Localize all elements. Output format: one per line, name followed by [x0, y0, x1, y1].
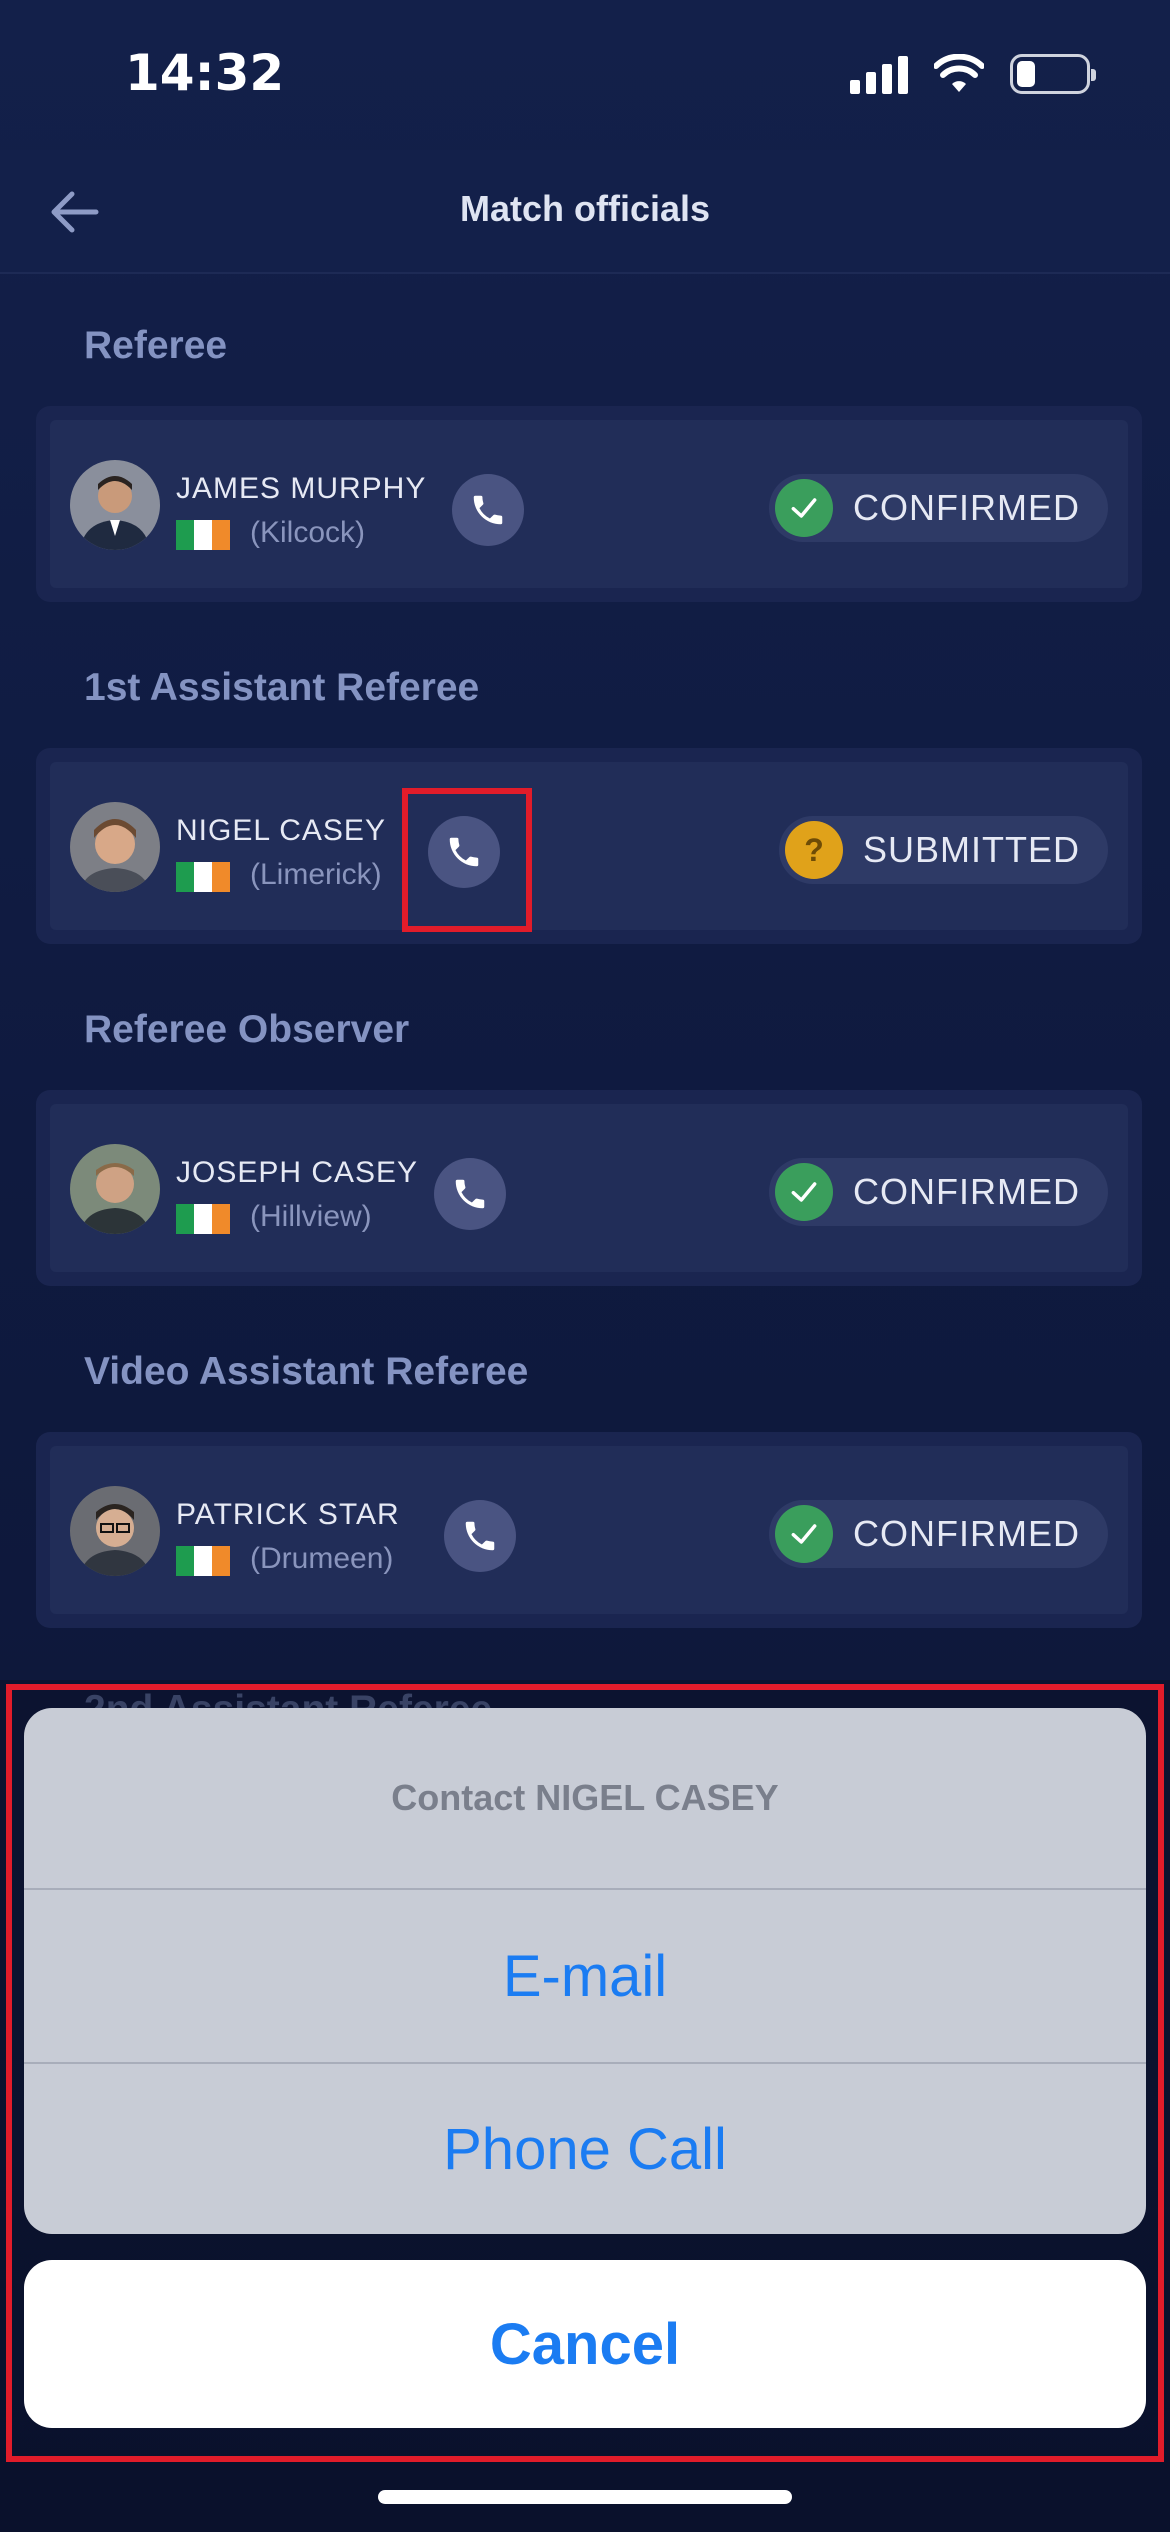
official-location: (Drumeen) [250, 1542, 394, 1575]
home-indicator[interactable] [378, 2490, 792, 2504]
official-card-video-assistant-referee: PATRICK STAR (Drumeen) CONFIRMED [36, 1432, 1142, 1628]
official-location: (Hillview) [250, 1200, 372, 1233]
call-button[interactable] [434, 1158, 506, 1230]
avatar [70, 1144, 160, 1234]
status-label: CONFIRMED [853, 1513, 1080, 1554]
official-name: JOSEPH CASEY [176, 1156, 419, 1189]
status-badge: CONFIRMED [769, 1500, 1108, 1568]
check-icon [775, 479, 833, 537]
phone-call-option-button[interactable]: Phone Call [24, 2062, 1146, 2234]
ireland-flag-icon [176, 862, 230, 892]
avatar [70, 802, 160, 892]
section-title-referee: Referee [84, 324, 228, 367]
call-button[interactable] [452, 474, 524, 546]
status-icons [850, 54, 1096, 94]
phone-icon [455, 1179, 485, 1209]
phone-icon [449, 837, 479, 867]
check-icon [775, 1163, 833, 1221]
status-label: SUBMITTED [862, 829, 1080, 870]
status-badge: ? SUBMITTED [778, 816, 1108, 884]
page-title: Match officials [459, 188, 711, 229]
email-option-button[interactable]: E-mail [24, 1890, 1146, 2062]
action-sheet: Contact NIGEL CASEY E-mail Phone Call [24, 1708, 1146, 2234]
section-title-referee-observer: Referee Observer [84, 1008, 410, 1051]
check-icon [775, 1505, 833, 1563]
action-sheet-title: Contact NIGEL CASEY [24, 1708, 1146, 1890]
official-name: NIGEL CASEY [176, 814, 386, 847]
cancel-button[interactable]: Cancel [24, 2260, 1146, 2428]
navigation-header: Match officials [0, 150, 1170, 274]
battery-icon [1010, 54, 1096, 94]
phone-icon [465, 1521, 495, 1551]
status-badge: CONFIRMED [769, 1158, 1108, 1226]
official-name: JAMES MURPHY [176, 472, 427, 505]
wifi-icon [934, 54, 984, 92]
ireland-flag-icon [176, 1204, 230, 1234]
status-badge: CONFIRMED [769, 474, 1108, 542]
ireland-flag-icon [176, 520, 230, 550]
match-officials-screen: 14:32 Match officials Referee JAMES MURP… [0, 0, 1170, 2532]
status-label: CONFIRMED [853, 1171, 1080, 1212]
section-title-video-assistant-referee: Video Assistant Referee [84, 1350, 529, 1393]
ireland-flag-icon [176, 1546, 230, 1576]
status-label: CONFIRMED [853, 487, 1080, 528]
status-time: 14:32 [125, 44, 285, 102]
section-title-1st-assistant-referee: 1st Assistant Referee [84, 666, 480, 709]
question-icon: ? [784, 821, 843, 879]
status-bar: 14:32 [0, 0, 1170, 150]
official-card-referee: JAMES MURPHY (Kilcock) CONFIRMED [36, 406, 1142, 602]
call-button[interactable] [444, 1500, 516, 1572]
cellular-signal-icon [850, 54, 908, 94]
official-location: (Kilcock) [250, 516, 366, 549]
avatar [70, 1486, 160, 1576]
phone-icon [473, 495, 503, 525]
official-card-referee-observer: JOSEPH CASEY (Hillview) CONFIRMED [36, 1090, 1142, 1286]
official-name: PATRICK STAR [176, 1498, 400, 1531]
official-location: (Limerick) [250, 858, 382, 891]
official-card-1st-assistant-referee: NIGEL CASEY (Limerick) ? SUBMITTED [36, 748, 1142, 944]
call-button[interactable] [428, 816, 500, 888]
avatar [70, 460, 160, 550]
